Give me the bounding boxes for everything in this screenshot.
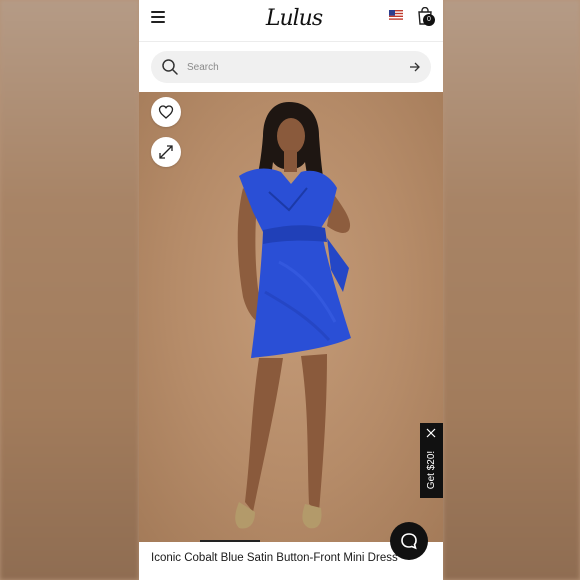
promo-tab[interactable]: Get $20!: [420, 423, 443, 498]
heart-icon: [158, 105, 174, 119]
expand-icon: [159, 145, 173, 159]
blurred-background-right: [443, 0, 580, 580]
blurred-background-left: [0, 0, 139, 580]
expand-image-button[interactable]: [151, 137, 181, 167]
product-title: Iconic Cobalt Blue Satin Button-Front Mi…: [151, 552, 398, 564]
search-icon: [162, 59, 178, 75]
search-input[interactable]: [187, 51, 387, 83]
mobile-screen: Lulus 0 Search Get $20! Iconic Cobalt Bl…: [139, 0, 443, 580]
cart-count-badge: 0: [423, 14, 435, 26]
promo-label: Get $20!: [426, 450, 437, 490]
chat-icon: [401, 533, 417, 550]
close-icon[interactable]: [426, 428, 436, 438]
brand-logo[interactable]: Lulus: [259, 4, 329, 34]
image-carousel-indicator: [200, 540, 260, 542]
wishlist-button[interactable]: [151, 97, 181, 127]
arrow-right-icon[interactable]: [409, 61, 421, 73]
product-image[interactable]: [139, 92, 443, 542]
menu-icon[interactable]: [151, 11, 165, 23]
search-bar-section: [139, 42, 443, 92]
search-box[interactable]: [151, 51, 431, 83]
model-photo: [235, 102, 351, 529]
flag-icon[interactable]: [389, 10, 403, 20]
top-navigation-bar: Lulus 0: [139, 0, 443, 42]
